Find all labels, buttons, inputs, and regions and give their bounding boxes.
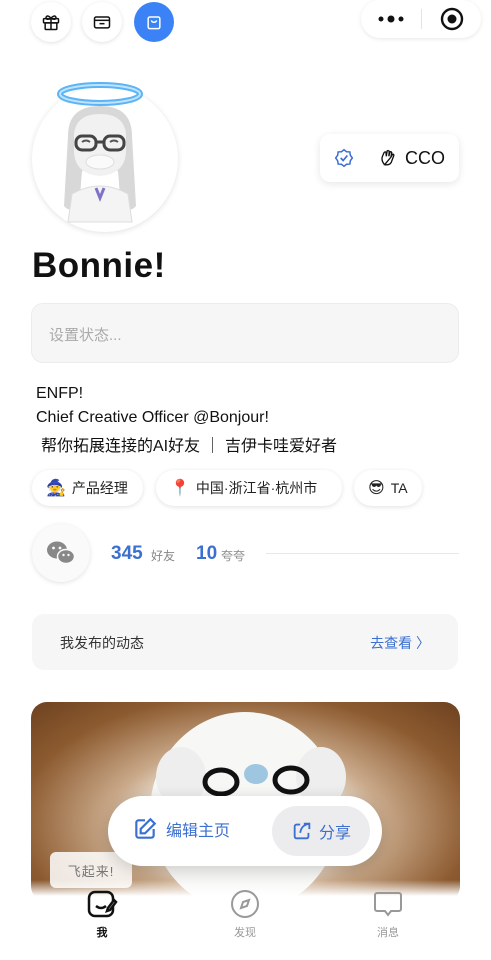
tab-label: 我 [96, 927, 108, 939]
friends-count[interactable]: 345 [111, 543, 143, 565]
message-icon [374, 892, 402, 917]
close-button[interactable] [422, 0, 481, 38]
edit-profile-button[interactable]: 编辑主页 [132, 816, 230, 842]
bottom-tab-bar: 我 发现 消息 [0, 880, 491, 960]
edit-icon [135, 817, 157, 839]
tab-me[interactable]: 我 [72, 888, 132, 940]
tag-label: 产品经理 [71, 480, 128, 496]
bag-button[interactable] [134, 2, 174, 42]
bio-line: ENFP! [36, 385, 84, 402]
status-input[interactable]: 设置状态... [31, 303, 459, 363]
stats-divider [266, 553, 459, 554]
role-label: CCO [405, 148, 445, 168]
tag-job[interactable]: 🧙 产品经理 [32, 470, 143, 506]
more-icon [378, 15, 404, 23]
tag-label: 中国·浙江省·杭州市 [195, 480, 318, 496]
verified-badge-icon [334, 148, 354, 168]
edit-profile-icon [87, 890, 118, 918]
share-icon [293, 822, 311, 840]
edit-profile-label: 编辑主页 [166, 823, 231, 840]
friends-label: 好友 [151, 549, 176, 563]
praise-label: 夸夸 [221, 549, 246, 563]
role-badge-card[interactable]: CCO [320, 134, 459, 182]
view-posts-link[interactable]: 去查看 〉 [370, 633, 430, 653]
wechat-icon [47, 541, 76, 565]
mini-program-capsule [361, 0, 481, 38]
tag-location[interactable]: 📍 中国·浙江省·杭州市 [156, 470, 342, 506]
wallet-icon [93, 16, 111, 29]
profile-name: Bonnie! [32, 246, 166, 285]
my-posts-row[interactable]: 我发布的动态 去查看 〉 [32, 614, 458, 670]
profile-action-bar: 编辑主页 分享 [108, 796, 382, 866]
wizard-emoji-icon: 🧙 [46, 480, 66, 497]
bag-icon [147, 16, 161, 30]
tag-label: TA [390, 480, 408, 496]
gift-icon [42, 15, 60, 31]
memoji-illustration [57, 82, 143, 223]
bio-line: 帮你拓展连接的AI好友 ｜ 吉伊卡哇爱好者 [41, 438, 338, 455]
close-target-icon [440, 7, 463, 31]
share-label: 分享 [318, 825, 351, 842]
compass-icon [231, 890, 259, 918]
wechat-button[interactable] [32, 524, 90, 582]
avatar[interactable] [32, 82, 178, 232]
my-posts-title: 我发布的动态 [60, 635, 144, 651]
tab-discover[interactable]: 发现 [215, 888, 275, 940]
tab-messages[interactable]: 消息 [358, 888, 418, 940]
sunglasses-emoji-icon: 😎 [368, 480, 385, 497]
tag-ta[interactable]: 😎 TA [354, 470, 422, 506]
wave-hand-icon [381, 149, 395, 166]
status-placeholder: 设置状态... [49, 327, 122, 344]
praise-count[interactable]: 10 [196, 543, 217, 565]
more-button[interactable] [361, 0, 421, 38]
tab-label: 消息 [377, 927, 399, 939]
bio-line: Chief Creative Officer @Bonjour! [36, 409, 269, 426]
wallet-button[interactable] [82, 2, 122, 42]
pin-emoji-icon: 📍 [170, 480, 190, 497]
share-button[interactable]: 分享 [272, 806, 370, 856]
tab-label: 发现 [234, 927, 256, 939]
gift-button[interactable] [31, 2, 71, 42]
